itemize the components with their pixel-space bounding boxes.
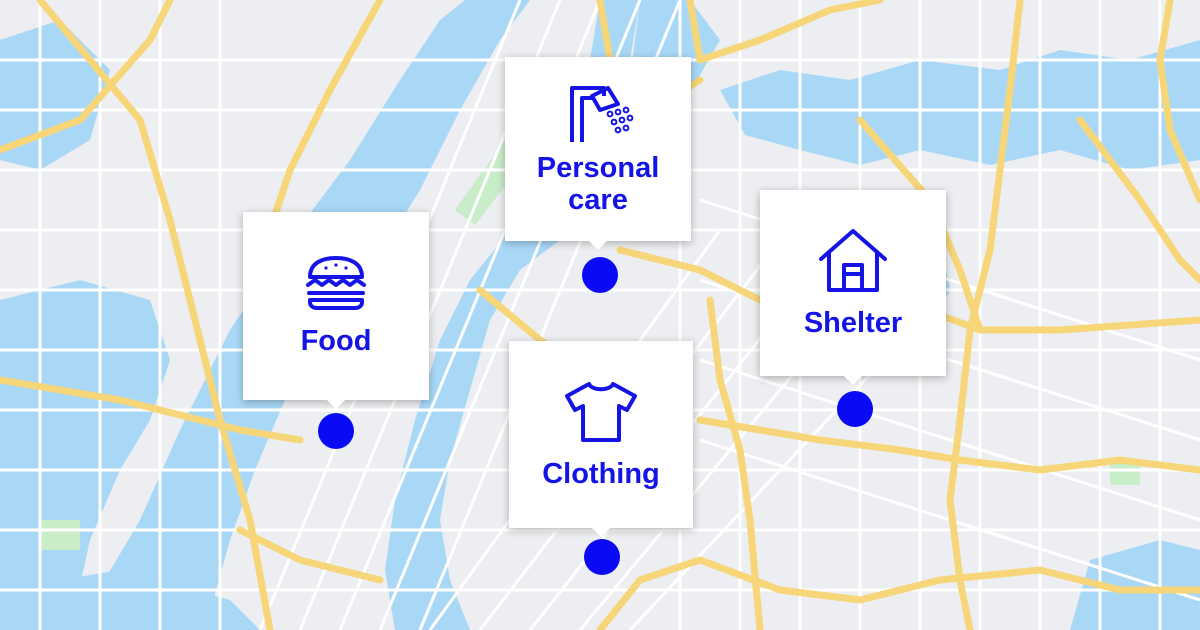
marker-label: Personal care (536, 152, 660, 216)
marker-card-personal-care[interactable]: Personal care (505, 57, 691, 250)
marker-card-food[interactable]: Food (243, 212, 429, 409)
house-icon (819, 229, 887, 292)
location-pin-shelter[interactable] (837, 391, 873, 427)
shower-icon (570, 86, 634, 142)
location-pin-clothing[interactable] (584, 539, 620, 575)
marker-label: Clothing (542, 457, 660, 490)
park-small-1 (40, 520, 80, 550)
marker-card-shelter[interactable]: Shelter (760, 190, 946, 385)
marker-label: Shelter (803, 307, 903, 339)
burger-icon (306, 256, 366, 310)
location-pin-food[interactable] (318, 413, 354, 449)
tshirt-icon (565, 381, 637, 442)
location-pin-personal-care[interactable] (582, 257, 618, 293)
marker-label: Food (300, 325, 372, 357)
marker-card-clothing[interactable]: Clothing (509, 341, 693, 537)
